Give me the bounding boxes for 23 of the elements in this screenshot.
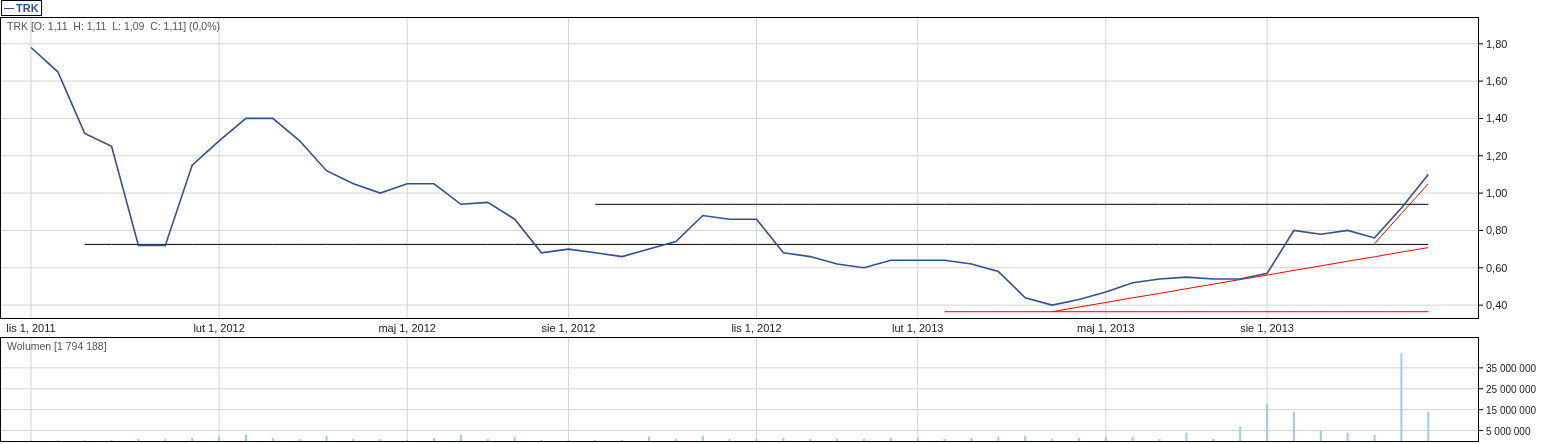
axis-tick-label: 35 000 000 (1486, 362, 1537, 374)
axis-tick-label: 1,20 (1486, 149, 1508, 162)
axis-tick-label: 25 000 000 (1486, 383, 1537, 395)
axis-tick-label: 0,80 (1486, 224, 1508, 237)
axis-tick-label: 0,60 (1486, 261, 1508, 274)
ohlc-readout: TRK [O: 1,11 H: 1,11 L: 1,09 C: 1,11] (0,0%) (7, 20, 220, 32)
axis-tick-label: 1,60 (1486, 75, 1508, 88)
axis-tick-label: 1,00 (1486, 187, 1508, 200)
axis-tick-label: lut 1, 2013 (892, 322, 944, 334)
axis-tick-label: lis 1, 2011 (6, 322, 56, 334)
axis-tick-label: sie 1, 2012 (541, 322, 596, 334)
axis-tick-label: 15 000 000 (1486, 404, 1537, 416)
legend-label: TRK (16, 1, 39, 15)
axis-tick-label: maj 1, 2012 (378, 322, 436, 334)
axis-tick-label: sie 1, 2013 (1240, 322, 1294, 334)
axis-tick-label: maj 1, 2013 (1077, 322, 1135, 334)
axis-tick-label: 5 000 000 (1486, 425, 1531, 437)
axis-tick-label: 1,40 (1486, 112, 1508, 125)
axis-tick-label: lut 1, 2012 (193, 322, 245, 334)
axis-tick-label: lis 1, 2012 (731, 322, 782, 334)
axis-tick-label: 1,80 (1486, 37, 1508, 50)
axis-tick-label: 0,40 (1486, 299, 1508, 312)
volume-readout: Wolumen [1 794 188] (7, 340, 107, 352)
